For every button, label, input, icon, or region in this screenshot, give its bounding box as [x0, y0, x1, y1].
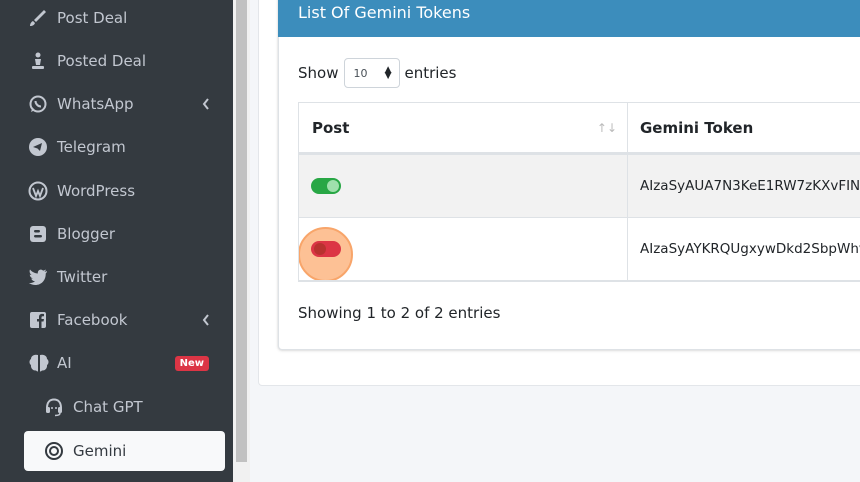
column-header-gemini-token[interactable]: Gemini Token: [628, 103, 860, 152]
show-label: Show: [298, 64, 339, 82]
headset-icon: [44, 396, 70, 418]
chevron-left-icon: [199, 97, 213, 111]
wordpress-icon: [28, 180, 54, 202]
sidebar-item-label: WordPress: [57, 182, 136, 200]
post-toggle-switch[interactable]: [311, 241, 341, 257]
sidebar-item-label: Facebook: [57, 311, 128, 329]
table-row: AIzaSyAYKRQUgxywDkd2SbpWhv: [299, 218, 860, 281]
sidebar-item-posted-deal[interactable]: Posted Deal: [24, 41, 225, 81]
blogger-icon: [28, 223, 54, 245]
table-info: Showing 1 to 2 of 2 entries: [298, 304, 501, 322]
sidebar-item-gemini[interactable]: Gemini: [24, 431, 225, 471]
telegram-icon: [28, 136, 54, 158]
sidebar-item-telegram[interactable]: Telegram: [24, 127, 225, 167]
sidebar-item-facebook[interactable]: Facebook: [24, 300, 225, 340]
card-title: List Of Gemini Tokens: [298, 2, 471, 22]
facebook-icon: [28, 309, 54, 331]
entries-select[interactable]: 10 ▲ ▼: [344, 58, 401, 88]
target-icon: [44, 440, 70, 462]
sidebar: Post Deal Posted Deal WhatsApp Telegram …: [0, 0, 233, 482]
post-toggle-switch[interactable]: [311, 178, 341, 194]
table-row: AIzaSyAUA7N3KeE1RW7zKXvFINL: [299, 155, 860, 218]
sidebar-item-wordpress[interactable]: WordPress: [24, 171, 225, 211]
sidebar-item-label: Gemini: [73, 442, 127, 460]
token-cell: AIzaSyAYKRQUgxywDkd2SbpWhv: [640, 241, 860, 257]
select-arrows-icon: ▲ ▼: [384, 65, 392, 81]
toggle-knob: [327, 180, 339, 192]
sort-icon: ↑↓: [596, 120, 617, 135]
sidebar-item-whatsapp[interactable]: WhatsApp: [24, 84, 225, 124]
scrollbar-thumb[interactable]: [236, 0, 247, 462]
new-badge: New: [174, 355, 209, 371]
card-header: List Of Gemini Tokens: [278, 0, 860, 37]
entries-select-value: 10: [353, 66, 368, 80]
sidebar-item-post-deal[interactable]: Post Deal: [24, 0, 225, 38]
sidebar-item-label: Post Deal: [57, 9, 128, 27]
brain-icon: [28, 352, 54, 374]
entries-length-control: Show 10 ▲ ▼ entries: [298, 58, 456, 88]
sidebar-item-ai[interactable]: AI New: [24, 343, 225, 383]
chess-piece-icon: [28, 50, 54, 72]
tokens-table: Post ↑↓ Gemini Token AIzaSyAUA7N3KeE1RW7…: [298, 102, 860, 282]
entries-label: entries: [404, 64, 457, 82]
sidebar-item-twitter[interactable]: Twitter: [24, 257, 225, 297]
sidebar-item-label: WhatsApp: [57, 95, 134, 113]
sidebar-item-chat-gpt[interactable]: Chat GPT: [24, 387, 225, 427]
token-cell: AIzaSyAUA7N3KeE1RW7zKXvFINL: [640, 178, 860, 194]
table-header-row: Post ↑↓ Gemini Token: [299, 103, 860, 155]
sidebar-item-label: Telegram: [57, 138, 126, 156]
pen-icon: [28, 7, 54, 29]
twitter-icon: [28, 266, 54, 288]
sidebar-item-label: Posted Deal: [57, 52, 147, 70]
sidebar-item-label: Twitter: [57, 268, 108, 286]
sidebar-item-label: Chat GPT: [73, 398, 143, 416]
sidebar-item-label: AI: [57, 354, 72, 372]
column-header-post[interactable]: Post ↑↓: [299, 103, 628, 152]
whatsapp-icon: [28, 93, 54, 115]
chevron-left-icon: [199, 313, 213, 327]
sidebar-item-blogger[interactable]: Blogger: [24, 214, 225, 254]
sidebar-item-label: Blogger: [57, 225, 116, 243]
toggle-knob: [314, 243, 326, 255]
